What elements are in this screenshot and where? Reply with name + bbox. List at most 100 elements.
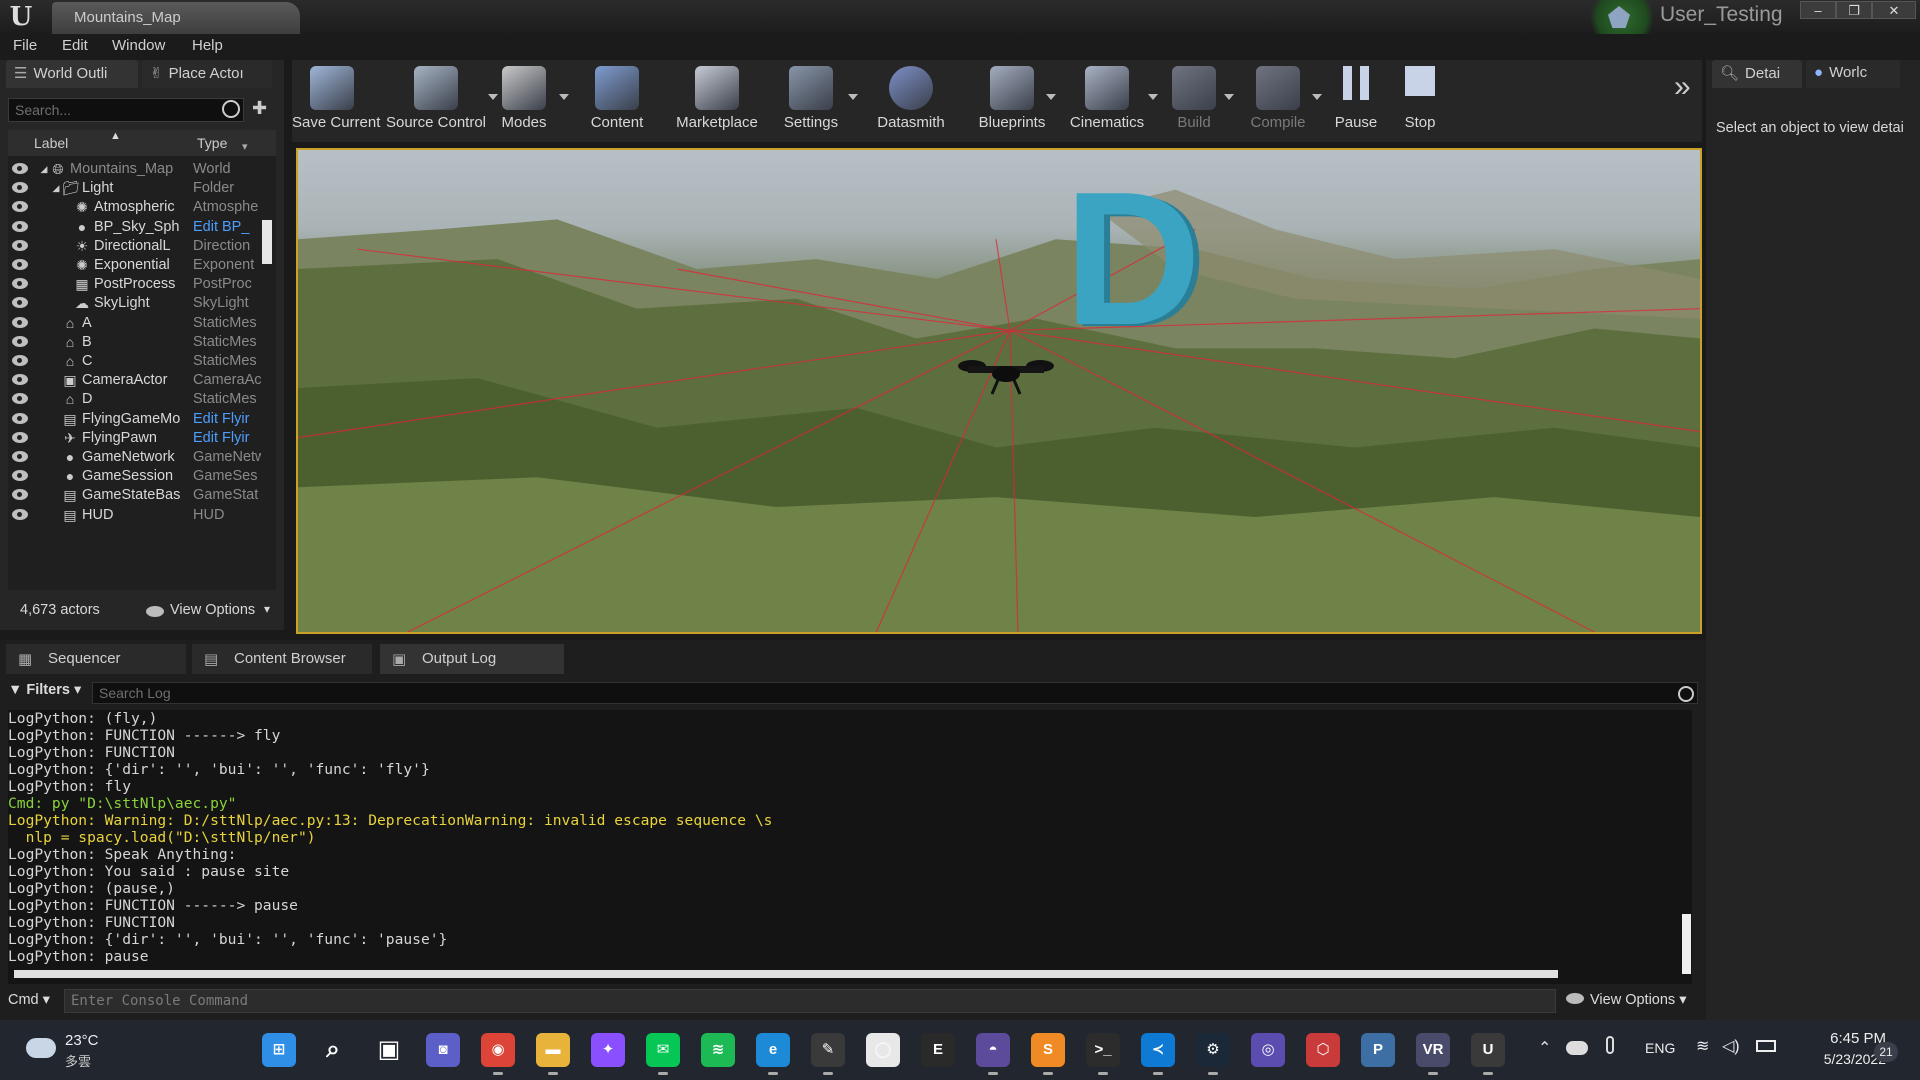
spotify-icon[interactable]: ≋: [701, 1033, 735, 1067]
dice-icon[interactable]: ⬡: [1306, 1033, 1340, 1067]
messenger-icon[interactable]: ✦: [591, 1033, 625, 1067]
volume-icon[interactable]: ◁): [1722, 1036, 1740, 1056]
visibility-eye-icon[interactable]: [12, 470, 28, 482]
toolbar-more-chevron-icon[interactable]: »: [1674, 70, 1691, 104]
visibility-eye-icon[interactable]: [12, 278, 28, 290]
inkscape-icon[interactable]: ✎: [811, 1033, 845, 1067]
unreal-logo-icon[interactable]: U: [4, 2, 38, 32]
cloud-icon[interactable]: [26, 1038, 56, 1058]
notification-badge[interactable]: 21: [1874, 1042, 1898, 1062]
tab-sequencer[interactable]: ▦ Sequencer: [6, 644, 186, 674]
settings-button[interactable]: Settings: [772, 60, 858, 142]
cinematics-dropdown-arrow-icon[interactable]: [1148, 94, 1158, 100]
search-log-input[interactable]: Search Log: [92, 682, 1698, 704]
visibility-eye-icon[interactable]: [12, 355, 28, 366]
level-viewport[interactable]: D: [296, 148, 1702, 634]
console-command-input[interactable]: Enter Console Command: [64, 989, 1556, 1013]
search-icon[interactable]: ⌕: [316, 1033, 350, 1067]
column-type[interactable]: Type: [197, 135, 227, 151]
python-icon[interactable]: P: [1361, 1033, 1395, 1067]
content-button[interactable]: Content: [582, 60, 652, 142]
outliner-row[interactable]: ▤ HUD HUD: [8, 504, 264, 527]
menu-help[interactable]: Help: [192, 37, 223, 54]
weather-description[interactable]: 多雲: [65, 1051, 91, 1070]
cmd-selector[interactable]: Cmd ▾: [8, 992, 50, 1008]
visibility-eye-icon[interactable]: [12, 163, 28, 174]
battery-icon[interactable]: [1756, 1040, 1776, 1052]
visibility-eye-icon[interactable]: [12, 335, 28, 347]
microphone-icon[interactable]: [1606, 1036, 1614, 1054]
visibility-eye-icon[interactable]: [12, 412, 28, 424]
line-icon[interactable]: ✉: [646, 1033, 680, 1067]
visibility-eye-icon[interactable]: [12, 201, 28, 213]
visibility-eye-icon[interactable]: [12, 297, 28, 309]
visibility-eye-icon[interactable]: [12, 431, 28, 443]
onedrive-cloud-icon[interactable]: [1566, 1041, 1588, 1055]
sublime-icon[interactable]: S: [1031, 1033, 1065, 1067]
tab-world-settings[interactable]: ● Worlc: [1806, 60, 1900, 88]
log-output[interactable]: LogPython: (fly,) LogPython: FUNCTION ---…: [8, 710, 1692, 984]
oculus-icon[interactable]: ◯: [866, 1033, 900, 1067]
clock-time[interactable]: 6:45 PM: [1796, 1030, 1886, 1047]
epic-games-icon[interactable]: E: [921, 1033, 955, 1067]
weather-temperature[interactable]: 23°C: [65, 1032, 99, 1049]
visibility-eye-icon[interactable]: [12, 316, 28, 328]
github-icon[interactable]: ◎: [1251, 1033, 1285, 1067]
modes-button[interactable]: Modes: [487, 60, 569, 142]
visibility-eye-icon[interactable]: [12, 374, 28, 386]
visibility-eye-icon[interactable]: [12, 489, 28, 501]
minimize-button[interactable]: –: [1800, 1, 1836, 19]
show-hidden-icons-chevron-icon[interactable]: ⌃: [1538, 1038, 1551, 1058]
type-column-dropdown-icon[interactable]: ▾: [242, 140, 248, 153]
visibility-eye-icon[interactable]: [12, 239, 28, 251]
menu-edit[interactable]: Edit: [62, 37, 88, 54]
menu-file[interactable]: File: [13, 37, 37, 54]
letter-d-mesh[interactable]: D: [1064, 164, 1201, 354]
unreal-icon[interactable]: U: [1471, 1033, 1505, 1067]
user-account[interactable]: User_Testing: [1590, 0, 1800, 50]
oculus-app-icon[interactable]: ◓: [976, 1033, 1010, 1067]
edit-blueprint-link[interactable]: Edit Flyir: [193, 430, 261, 446]
marketplace-button[interactable]: Marketplace: [672, 60, 762, 142]
vr-icon[interactable]: VR: [1416, 1033, 1450, 1067]
outliner-scrollbar[interactable]: [262, 220, 272, 264]
menu-window[interactable]: Window: [112, 37, 165, 54]
steam-icon[interactable]: ⚙: [1196, 1033, 1230, 1067]
edit-blueprint-link[interactable]: Edit BP_: [193, 219, 261, 235]
visibility-eye-icon[interactable]: [12, 220, 28, 232]
input-language[interactable]: ENG: [1645, 1040, 1675, 1056]
close-button[interactable]: ✕: [1872, 1, 1916, 19]
vscode-icon[interactable]: ≺: [1141, 1033, 1175, 1067]
tab-place-actors[interactable]: ✌ Place Actoı: [142, 60, 272, 88]
log-horizontal-scrollbar[interactable]: [14, 970, 1558, 978]
log-vertical-scrollbar[interactable]: [1682, 914, 1691, 974]
terminal-icon[interactable]: >_: [1086, 1033, 1120, 1067]
pause-button[interactable]: Pause: [1328, 60, 1384, 142]
blueprints-dropdown-arrow-icon[interactable]: [1046, 94, 1056, 100]
drone-icon[interactable]: [958, 352, 1054, 402]
file-explorer-icon[interactable]: ▬: [536, 1033, 570, 1067]
wifi-icon[interactable]: ≋: [1696, 1036, 1709, 1056]
stop-button[interactable]: Stop: [1396, 60, 1444, 142]
build-button[interactable]: Build: [1162, 60, 1234, 142]
blueprints-button[interactable]: Blueprints: [976, 60, 1056, 142]
teams-chat-icon[interactable]: ◙: [426, 1033, 460, 1067]
visibility-eye-icon[interactable]: [12, 182, 28, 194]
tab-details[interactable]: 🔍︎ Detai: [1712, 60, 1802, 88]
datasmith-button[interactable]: Datasmith: [868, 60, 954, 142]
restore-button[interactable]: ❐: [1836, 1, 1872, 19]
settings-dropdown-arrow-icon[interactable]: [848, 94, 858, 100]
column-label[interactable]: Label: [34, 135, 68, 151]
task-view-icon[interactable]: ▣: [372, 1033, 406, 1067]
filters-dropdown[interactable]: ▼ Filters ▾: [8, 682, 81, 698]
tab-output-log[interactable]: ▣ Output Log: [380, 644, 564, 674]
tab-world-outliner[interactable]: ☰ World Outli: [6, 60, 138, 88]
visibility-eye-icon[interactable]: [12, 451, 28, 462]
outliner-view-options[interactable]: View Options: [170, 602, 255, 618]
modes-dropdown-arrow-icon[interactable]: [559, 94, 569, 100]
document-tab[interactable]: Mountains_Map: [52, 2, 300, 34]
start-icon[interactable]: ⊞: [262, 1033, 296, 1067]
clock-date[interactable]: 5/23/2022: [1796, 1051, 1886, 1067]
log-view-options[interactable]: View Options ▾: [1566, 992, 1686, 1008]
compile-button[interactable]: Compile: [1242, 60, 1322, 142]
